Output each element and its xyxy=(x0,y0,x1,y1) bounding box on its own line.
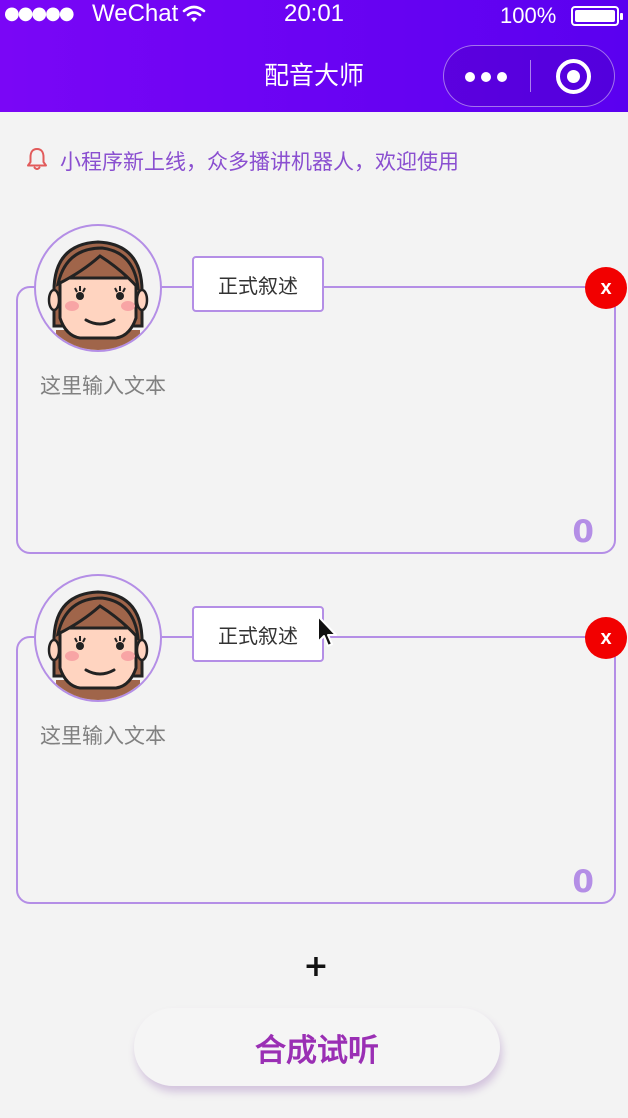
delete-card-button[interactable]: x xyxy=(585,617,627,659)
battery-percent: 100% xyxy=(500,3,557,28)
mouse-cursor-icon xyxy=(316,614,338,654)
voice-style-button[interactable]: 正式叙述 xyxy=(192,606,324,662)
mini-program-capsule xyxy=(443,45,615,107)
girl-face-icon xyxy=(47,240,149,350)
battery-icon xyxy=(571,6,623,26)
voice-avatar[interactable] xyxy=(34,224,162,352)
text-input[interactable]: 这里输入文本 xyxy=(40,720,166,750)
add-card-button[interactable]: + xyxy=(303,952,329,982)
bell-icon xyxy=(26,147,48,175)
char-count: 0 xyxy=(572,514,594,550)
delete-card-button[interactable]: x xyxy=(585,267,627,309)
notice-text: 小程序新上线，众多播讲机器人，欢迎使用 xyxy=(60,150,459,174)
target-circle-icon[interactable] xyxy=(556,59,591,94)
voice-style-button[interactable]: 正式叙述 xyxy=(192,256,324,312)
voice-avatar[interactable] xyxy=(34,574,162,702)
char-count: 0 xyxy=(572,864,594,900)
text-input[interactable]: 这里输入文本 xyxy=(40,370,166,400)
girl-face-icon xyxy=(47,590,149,700)
header-bar: ●●●●● WeChat 20:01 100% 配音大师 xyxy=(0,0,628,112)
synthesize-preview-button[interactable]: 合成试听 xyxy=(134,1008,500,1086)
status-bar: ●●●●● WeChat 20:01 100% xyxy=(0,0,628,30)
notice-bar: 小程序新上线，众多播讲机器人，欢迎使用 xyxy=(26,146,459,176)
more-dots-icon[interactable] xyxy=(444,46,530,105)
capsule-divider xyxy=(530,60,531,92)
